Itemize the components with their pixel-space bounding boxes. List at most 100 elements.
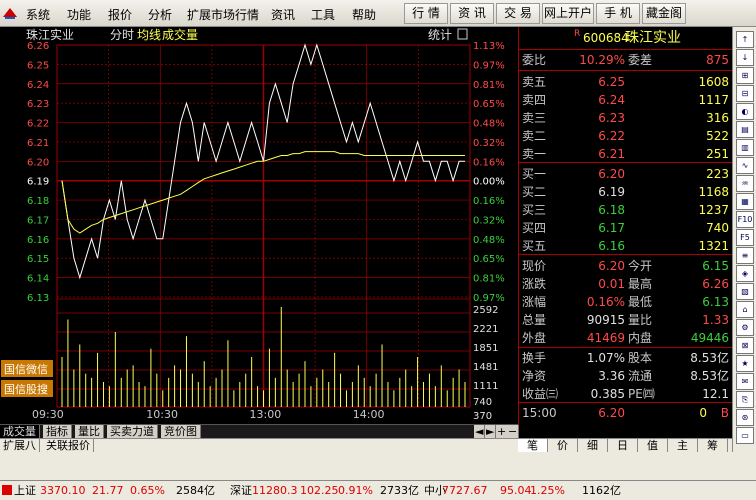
- menu-system[interactable]: 系统: [26, 6, 50, 23]
- time-tick: 14:00: [353, 408, 385, 421]
- indicator-tab[interactable]: 指标: [43, 425, 72, 439]
- bid-row[interactable]: 买一 6.20 223: [519, 165, 733, 183]
- stats-label[interactable]: 统计: [428, 28, 452, 42]
- menu-help[interactable]: 帮助: [352, 6, 376, 23]
- toolbar-icon[interactable]: ◈: [736, 265, 754, 282]
- toolbar-icon[interactable]: ▥: [736, 139, 754, 156]
- intraday-chart[interactable]: 珠江实业 分时 均线 成交量 统计 6.26 1.13% 6.25 0.97% 6.24 0.81%…: [0, 27, 518, 436]
- status-item: 2584亿: [176, 484, 215, 497]
- menu-quote[interactable]: 报价: [108, 6, 132, 23]
- ask-row-volume: 522: [706, 129, 729, 143]
- toolbar-icon[interactable]: ▤: [736, 121, 754, 138]
- chart-mode: 分时: [110, 28, 134, 42]
- stat-value: 90915: [586, 313, 625, 327]
- ask-row-label: 卖五: [522, 75, 547, 89]
- stat-value-2: 8.53亿: [690, 351, 729, 365]
- quote-tab[interactable]: 细: [578, 439, 608, 453]
- volume-tick: 740: [473, 397, 492, 408]
- tab-mobile[interactable]: 手 机: [596, 3, 640, 24]
- bid-row-label: 买二: [522, 185, 547, 199]
- stat-row: 净资 3.36 流通 8.53亿: [519, 367, 733, 385]
- tick-price: 6.20: [598, 406, 625, 420]
- toolbar-icon[interactable]: ✉: [736, 373, 754, 390]
- pct-tick: 0.81%: [473, 80, 505, 91]
- ask-row[interactable]: 卖四 6.24 1117: [519, 91, 733, 109]
- pct-tick: 0.00%: [473, 177, 505, 188]
- ask-row-price: 6.25: [598, 75, 625, 89]
- toolbar-icon[interactable]: ⊟: [736, 85, 754, 102]
- toolbar-icon[interactable]: ≡: [736, 247, 754, 264]
- ask-row[interactable]: 卖五 6.25 1608: [519, 73, 733, 91]
- toolbar-icon[interactable]: ↓: [736, 49, 754, 66]
- toolbar-icon[interactable]: ♒: [736, 175, 754, 192]
- toolbar-icon[interactable]: ↑: [736, 31, 754, 48]
- bid-row[interactable]: 买四 6.17 740: [519, 219, 733, 237]
- diff-label: 委差: [628, 53, 653, 67]
- tab-open-account[interactable]: 网上开户: [542, 3, 594, 24]
- toolbar-icon[interactable]: ⚙: [736, 319, 754, 336]
- blank-area: [0, 452, 756, 480]
- menu-analysis[interactable]: 分析: [148, 6, 172, 23]
- stat-value: 41469: [586, 331, 625, 345]
- stat-label-2: PE㈣: [628, 387, 655, 401]
- volume-tick: 1851: [473, 343, 498, 354]
- ask-row[interactable]: 卖一 6.21 251: [519, 145, 733, 163]
- toolbar-icon[interactable]: ⊠: [736, 337, 754, 354]
- bid-row[interactable]: 买二 6.19 1168: [519, 183, 733, 201]
- zoom-out-icon[interactable]: −: [507, 425, 520, 439]
- toolbar-icon[interactable]: ▭: [736, 427, 754, 444]
- toolbar-icon[interactable]: ∿: [736, 157, 754, 174]
- indicator-tab[interactable]: 量比: [75, 425, 104, 439]
- toolbar-icon[interactable]: ◐: [736, 103, 754, 120]
- quote-tab[interactable]: 筹: [698, 439, 728, 453]
- toolbar-icon[interactable]: F10: [736, 211, 754, 228]
- indicator-tab[interactable]: 竞价图: [161, 425, 201, 439]
- extension-tab[interactable]: 关联报价: [43, 439, 94, 453]
- ask-row[interactable]: 卖三 6.23 316: [519, 109, 733, 127]
- menu-function[interactable]: 功能: [67, 6, 91, 23]
- toolbar-icon[interactable]: ⊛: [736, 409, 754, 426]
- toolbar-icon[interactable]: ▧: [736, 283, 754, 300]
- quote-tab[interactable]: 日: [608, 439, 638, 453]
- status-item: 深证: [230, 484, 252, 497]
- bid-row[interactable]: 买五 6.16 1321: [519, 237, 733, 255]
- chart-stock-name: 珠江实业: [26, 27, 74, 42]
- tab-market[interactable]: 行 情: [404, 3, 448, 24]
- ask-row[interactable]: 卖二 6.22 522: [519, 127, 733, 145]
- toolbar-icon[interactable]: ⎘: [736, 391, 754, 408]
- stat-value-2: 8.53亿: [690, 369, 729, 383]
- chart-svg[interactable]: 珠江实业 分时 均线 成交量 统计 6.26 1.13% 6.25 0.97% 6.24 0.81%…: [0, 27, 518, 424]
- volume-label: 成交量: [162, 27, 198, 42]
- menu-tools[interactable]: 工具: [311, 6, 335, 23]
- ask-row-price: 6.23: [598, 111, 625, 125]
- stat-label: 外盘: [522, 331, 547, 345]
- bid-row[interactable]: 买三 6.18 1237: [519, 201, 733, 219]
- indicator-tab[interactable]: 成交量: [0, 425, 40, 439]
- ask-row-volume: 1117: [698, 93, 729, 107]
- scroll-left-icon[interactable]: ◄: [474, 425, 486, 439]
- quote-tab[interactable]: 主: [668, 439, 698, 453]
- ask-row-price: 6.22: [598, 129, 625, 143]
- menu-extended-market[interactable]: 扩展市场行情: [187, 6, 259, 23]
- quote-tab[interactable]: 值: [638, 439, 668, 453]
- toolbar-icon[interactable]: ⌂: [736, 301, 754, 318]
- scroll-right-icon[interactable]: ►: [485, 425, 497, 439]
- toolbar-icon[interactable]: F5: [736, 229, 754, 246]
- indicator-tab[interactable]: 买卖力道: [107, 425, 158, 439]
- quote-tab[interactable]: 笔: [518, 439, 548, 453]
- extension-tab[interactable]: 扩展八: [0, 439, 40, 453]
- tab-news[interactable]: 资 讯: [450, 3, 494, 24]
- quote-tab[interactable]: 价: [548, 439, 578, 453]
- tab-trade[interactable]: 交 易: [496, 3, 540, 24]
- menu-news[interactable]: 资讯: [271, 6, 295, 23]
- stat-label-2: 流通: [628, 369, 653, 383]
- ask-row-label: 卖四: [522, 93, 547, 107]
- toolbar-icon[interactable]: ★: [736, 355, 754, 372]
- stat-label-2: 量比: [628, 313, 653, 327]
- toolbar-icon[interactable]: ⊞: [736, 67, 754, 84]
- tab-treasure[interactable]: 藏金阁: [642, 3, 686, 24]
- status-bar: 上证 3370.10 21.77 0.65% 2584亿 深证 11280.3 102.25 0…: [0, 480, 756, 500]
- toolbar-icon[interactable]: ▦: [736, 193, 754, 210]
- stat-value-2: 12.1: [702, 387, 729, 401]
- stat-row: 外盘 41469 内盘 49446: [519, 329, 733, 347]
